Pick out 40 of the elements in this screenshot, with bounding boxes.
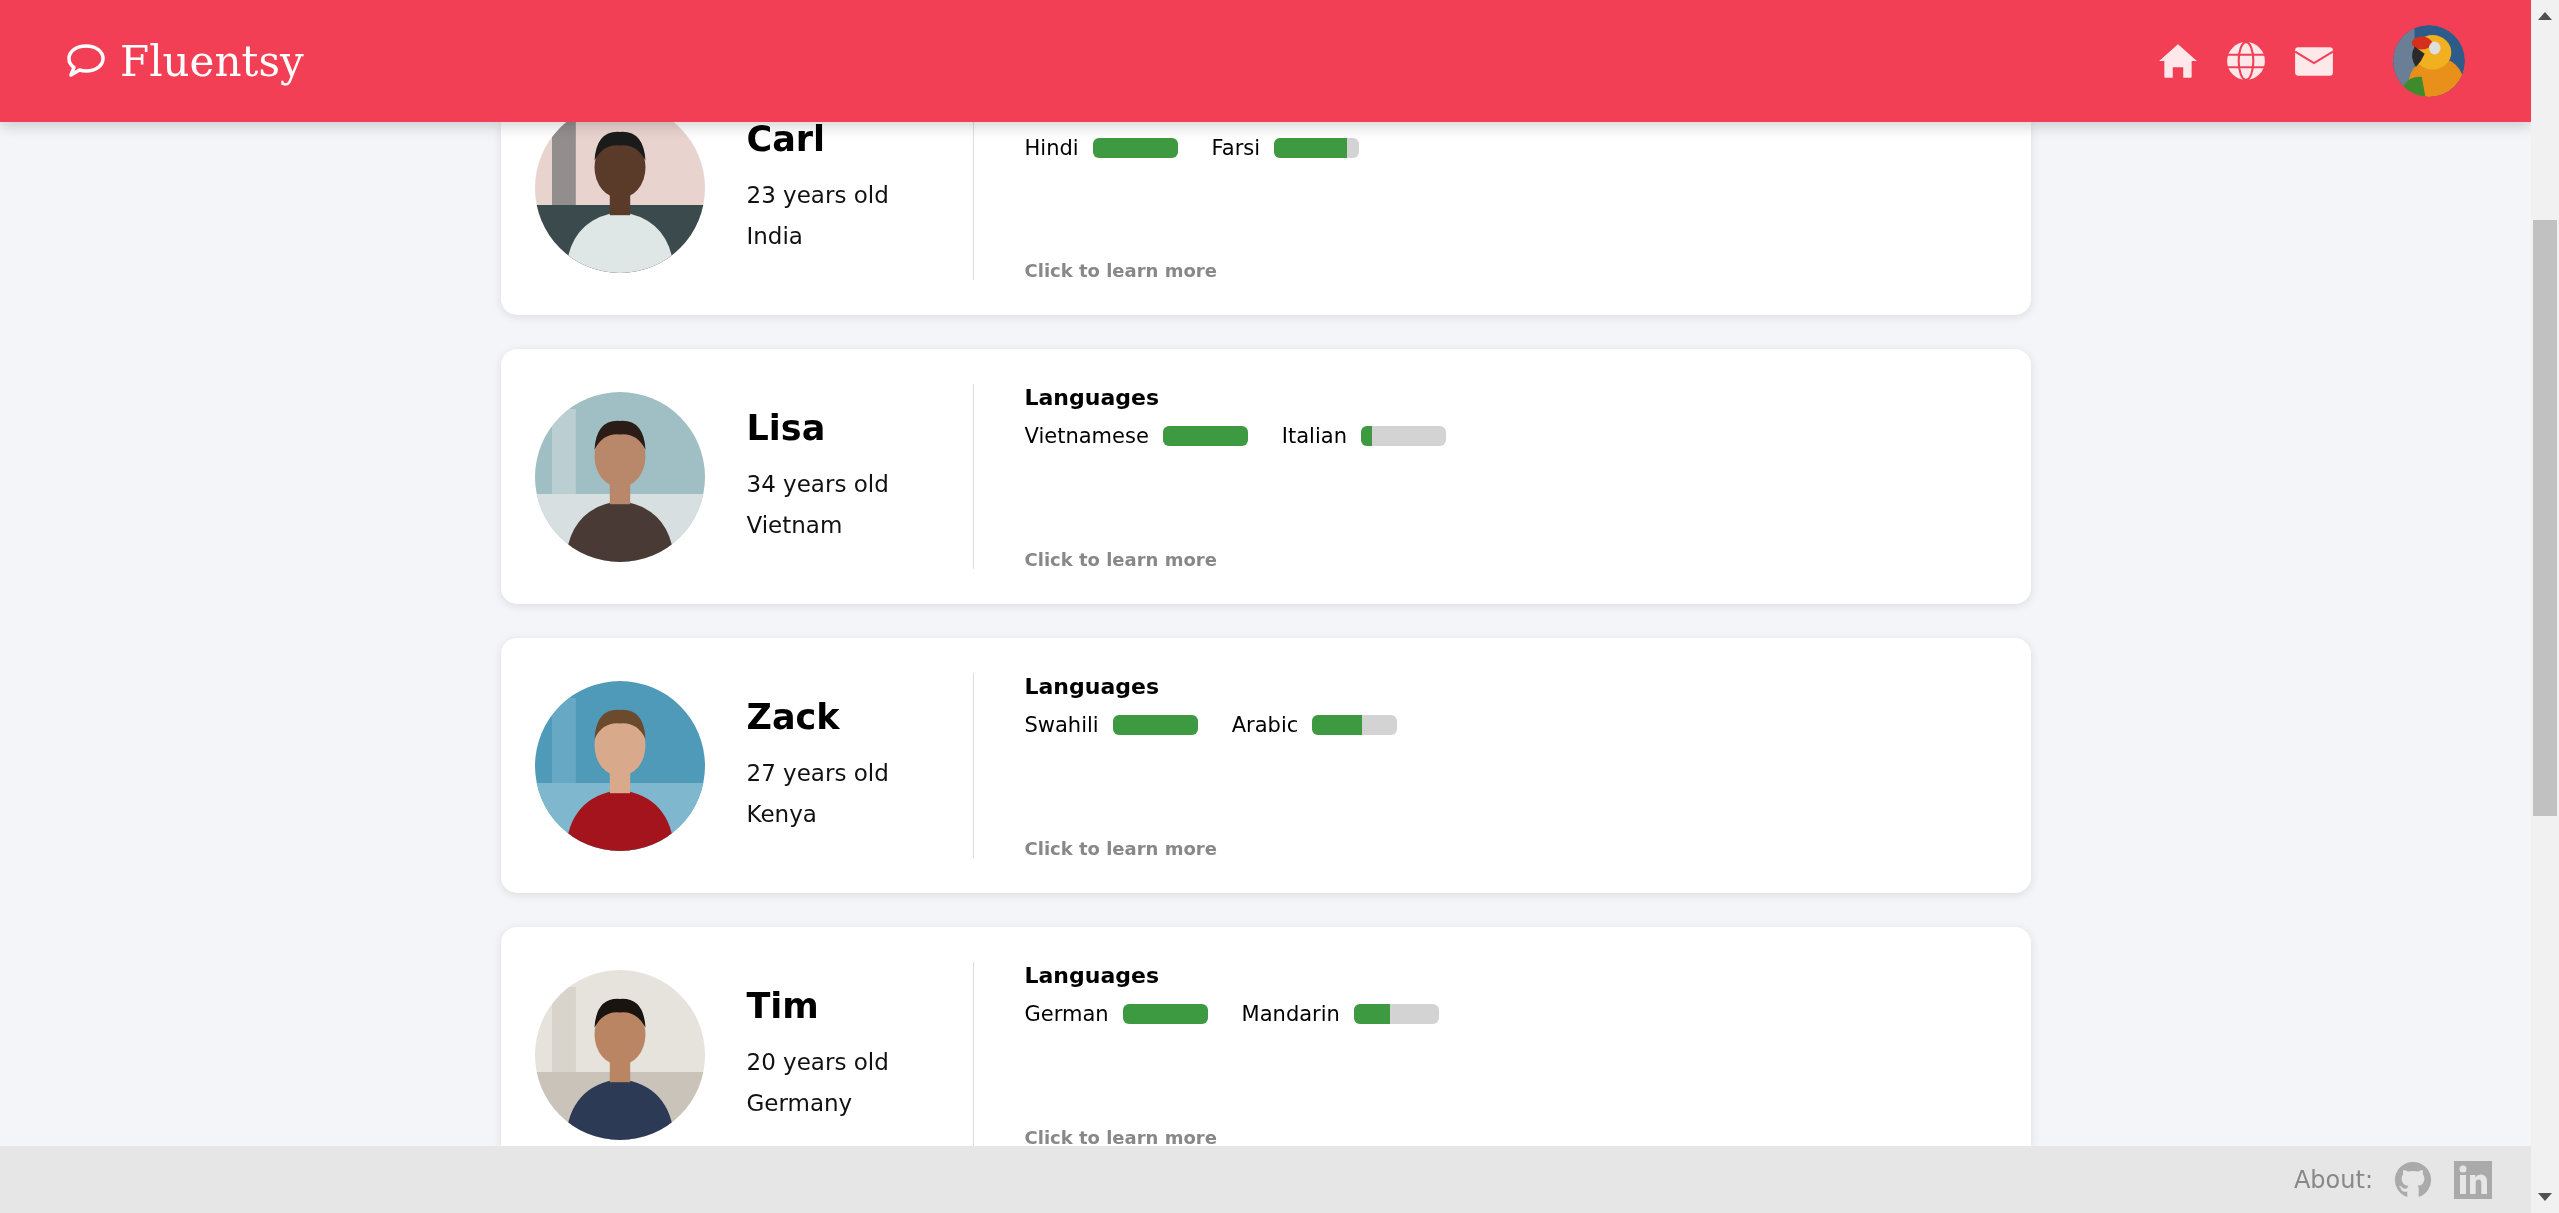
learn-more-link[interactable]: Click to learn more (1024, 1127, 1439, 1146)
profile-age: 20 years old (746, 1047, 890, 1077)
about-label: About: (2293, 1165, 2373, 1194)
profile-name: Tim (746, 985, 820, 1026)
language-name: German (1024, 1002, 1109, 1026)
language-name: Swahili (1024, 713, 1099, 737)
profile-name: Zack (746, 696, 841, 737)
github-icon[interactable] (2393, 1159, 2433, 1200)
profile-age: 23 years old (746, 180, 890, 210)
profile-age: 34 years old (746, 469, 890, 499)
language-name: Italian (1281, 424, 1347, 448)
linkedin-icon[interactable] (2453, 1159, 2493, 1200)
learn-more-link[interactable]: Click to learn more (1024, 549, 1446, 570)
profile-country: Vietnam (746, 510, 844, 540)
language-name: Arabic (1231, 713, 1299, 737)
scrollbar[interactable] (2531, 0, 2559, 1213)
profile-country: India (746, 221, 804, 251)
learn-more-link[interactable]: Click to learn more (1024, 260, 1360, 281)
profile-name: Carl (746, 122, 827, 159)
languages-heading: Languages (1024, 385, 1161, 410)
scrollbar-thumb[interactable] (2533, 220, 2557, 816)
scroll-up-icon[interactable] (2538, 12, 2552, 20)
language-name: Vietnamese (1024, 424, 1149, 448)
language-name: Mandarin (1241, 1002, 1340, 1026)
globe-icon[interactable] (2225, 40, 2267, 82)
language-name: Farsi (1211, 136, 1261, 160)
profile-age: 27 years old (746, 758, 890, 788)
profile-card[interactable]: Tim 20 years old Germany Languages German Mandarin Click to learn more (500, 927, 2031, 1146)
profile-card[interactable]: Lisa 34 years old Vietnam Languages Vietnamese Italian Click to learn more (500, 349, 2031, 604)
learn-more-link[interactable]: Click to learn more (1024, 838, 1398, 859)
profile-country: Kenya (746, 799, 818, 829)
scroll-down-icon[interactable] (2538, 1193, 2552, 1201)
logo-text[interactable]: Fluentsy (120, 36, 304, 86)
profile-country: Germany (746, 1088, 854, 1118)
languages-heading: Languages (1024, 674, 1161, 699)
profile-name: Lisa (746, 407, 827, 448)
profile-card[interactable]: Carl 23 years old India Hindi Farsi Click to learn more (500, 122, 2031, 315)
language-name: Hindi (1024, 136, 1079, 160)
languages-heading: Languages (1024, 963, 1161, 988)
profile-card[interactable]: Zack 27 years old Kenya Languages Swahili Arabic Click to learn more (500, 638, 2031, 893)
